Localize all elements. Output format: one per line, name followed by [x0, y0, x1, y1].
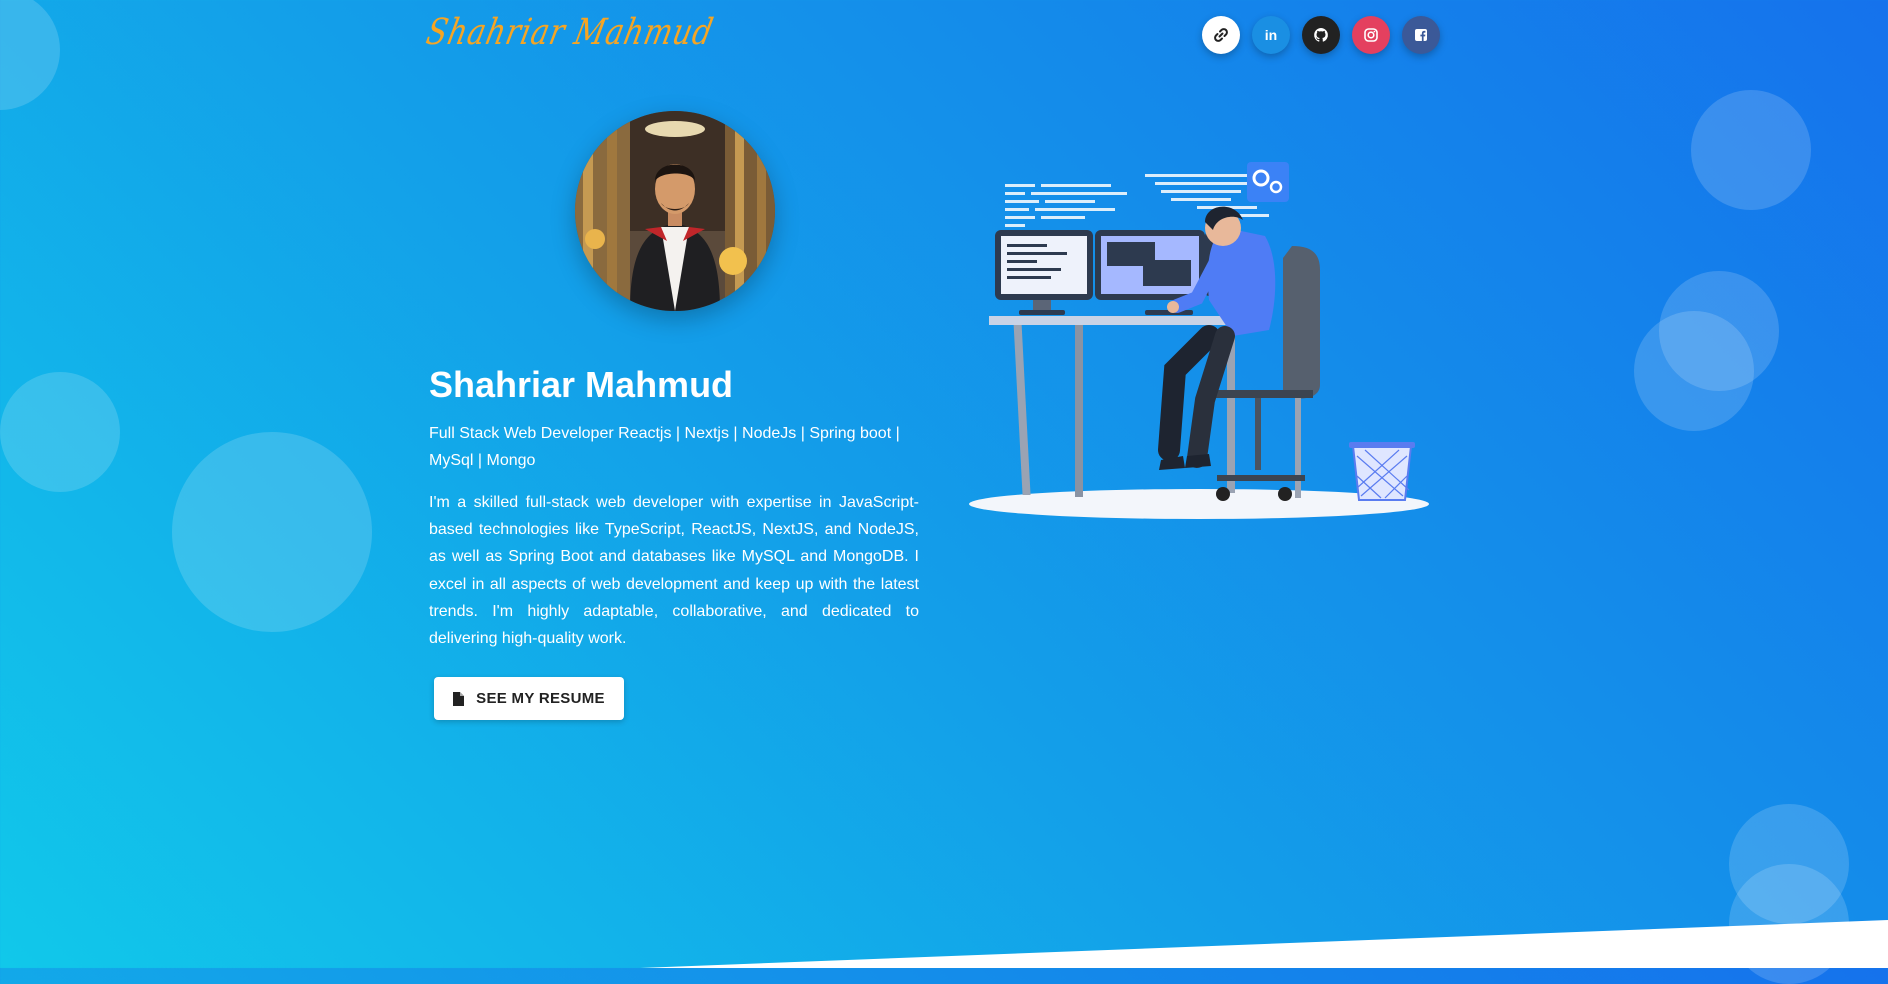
decor-bubble	[172, 432, 372, 632]
decor-bubble	[1634, 311, 1754, 431]
resume-button-label: SEE MY RESUME	[476, 690, 605, 707]
developer-illustration	[969, 162, 1429, 519]
decor-bubble	[0, 372, 120, 492]
instagram-icon	[1364, 28, 1378, 42]
facebook-button[interactable]	[1402, 16, 1440, 54]
social-links: in	[1202, 16, 1440, 54]
linkedin-icon: in	[1264, 27, 1278, 43]
decor-bubble	[0, 0, 60, 110]
facebook-icon	[1415, 29, 1427, 41]
link-button[interactable]	[1202, 16, 1240, 54]
page-title: Shahriar Mahmud	[429, 364, 734, 405]
instagram-button[interactable]	[1352, 16, 1390, 54]
bio-paragraph: I'm a skilled full-stack web developer w…	[429, 494, 919, 648]
signature-logo[interactable]: Shahriar Mahmud	[423, 8, 717, 58]
see-resume-button[interactable]: SEE MY RESUME	[434, 677, 624, 720]
linkedin-button[interactable]: in	[1252, 16, 1290, 54]
role-subtitle: Full Stack Web Developer Reactjs | Nextj…	[429, 425, 900, 469]
decor-bubble	[1691, 90, 1811, 210]
decor-bubble	[1729, 864, 1849, 984]
link-icon	[1214, 28, 1228, 42]
github-button[interactable]	[1302, 16, 1340, 54]
file-icon	[453, 691, 465, 706]
avatar	[575, 111, 775, 311]
github-icon	[1314, 28, 1328, 42]
